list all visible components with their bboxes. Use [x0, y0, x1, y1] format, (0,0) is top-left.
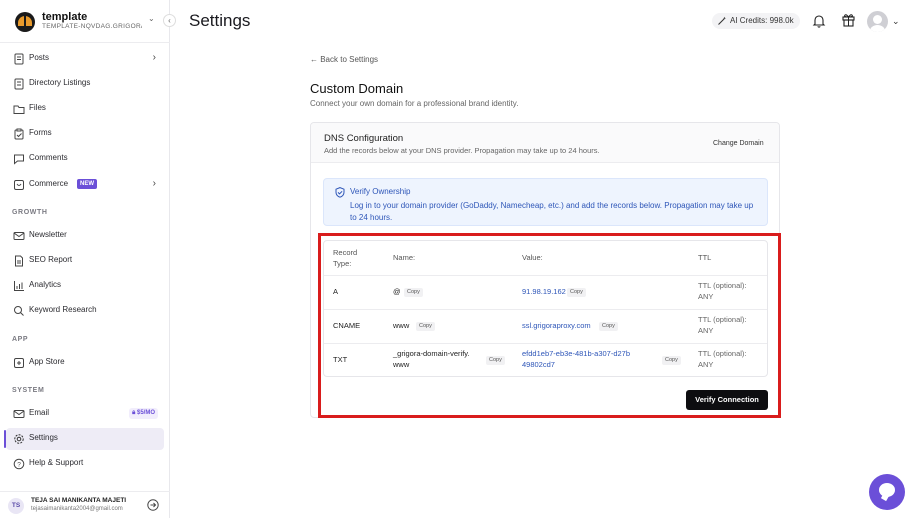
document-icon — [15, 255, 23, 267]
sidebar-item-label: Newsletter — [29, 230, 67, 239]
sidebar-item-label: Keyword Research — [29, 305, 97, 314]
sidebar-item-keyword-research[interactable]: Keyword Research — [6, 300, 164, 322]
bell-icon[interactable] — [812, 14, 826, 28]
sidebar: template TEMPLATE-NQVDAG.GRIGORA.CO ⌄ Po… — [0, 0, 170, 518]
folder-icon — [13, 105, 25, 114]
back-to-settings-link[interactable]: ← Back to Settings — [310, 55, 378, 64]
highlight-box — [318, 233, 781, 418]
chevron-right-icon: › — [152, 52, 156, 63]
sidebar-item-newsletter[interactable]: Newsletter — [6, 225, 164, 247]
collapse-sidebar-button[interactable]: ‹ — [163, 14, 176, 27]
user-email: tejasaimanikanta2004@gmail.com — [31, 506, 123, 512]
sidebar-item-forms[interactable]: Forms — [6, 123, 164, 145]
comment-icon — [14, 154, 24, 165]
sidebar-item-label: Posts — [29, 53, 50, 62]
sidebar-item-label: SEO Report — [29, 255, 73, 264]
workspace-switcher[interactable]: template TEMPLATE-NQVDAG.GRIGORA.CO ⌄ — [12, 10, 164, 34]
sidebar-item-label: Email — [29, 408, 50, 417]
chevron-down-icon[interactable]: ⌄ — [892, 16, 900, 27]
sidebar-item-email[interactable]: Email 🔒︎ $5/MO — [6, 403, 164, 425]
mail-icon — [13, 410, 25, 418]
avatar: TS — [8, 498, 24, 514]
sidebar-item-posts[interactable]: Posts › — [6, 48, 164, 70]
help-icon: ? — [13, 458, 25, 470]
gear-icon — [14, 434, 24, 444]
chevron-updown-icon: ⌄ — [148, 14, 155, 23]
sidebar-item-label: Settings — [29, 433, 58, 442]
divider — [0, 42, 170, 43]
sidebar-item-label: Help & Support — [29, 458, 84, 467]
workspace-name: template — [42, 11, 88, 23]
section-label-system: SYSTEM — [12, 387, 45, 394]
sidebar-item-files[interactable]: Files — [6, 98, 164, 120]
cart-icon — [14, 180, 24, 190]
ai-credits-badge[interactable]: AI Credits: 998.0k — [712, 13, 800, 29]
chevron-right-icon: › — [152, 178, 156, 189]
workspace-subdomain: TEMPLATE-NQVDAG.GRIGORA.CO — [42, 23, 142, 30]
card-header: DNS Configuration Add the records below … — [311, 123, 779, 163]
sidebar-item-settings[interactable]: Settings — [4, 428, 164, 450]
section-label-growth: GROWTH — [12, 209, 48, 216]
gift-icon[interactable] — [841, 12, 856, 27]
new-badge: NEW — [77, 179, 97, 189]
sidebar-item-label: Files — [29, 103, 46, 112]
magic-wand-icon — [718, 16, 726, 25]
directory-icon — [14, 78, 24, 90]
sidebar-item-commerce[interactable]: Commerce NEW › — [6, 174, 164, 196]
sidebar-item-label: Comments — [29, 153, 68, 162]
notice-text: Log in to your domain provider (GoDaddy,… — [350, 201, 754, 222]
chat-widget-button[interactable] — [869, 474, 905, 510]
sidebar-item-help-support[interactable]: ? Help & Support — [6, 453, 164, 475]
sidebar-item-label: App Store — [29, 357, 65, 366]
mail-icon — [13, 232, 25, 240]
svg-text:?: ? — [17, 461, 21, 468]
shield-check-icon — [335, 187, 345, 198]
app-store-icon — [14, 358, 24, 368]
clipboard-icon — [14, 128, 24, 140]
section-title: Custom Domain — [310, 81, 404, 96]
page-title: Settings — [189, 11, 251, 30]
sidebar-item-label: Directory Listings — [29, 78, 91, 87]
logout-icon[interactable] — [147, 499, 159, 511]
sidebar-item-app-store[interactable]: App Store — [6, 352, 164, 374]
sidebar-item-label: Analytics — [29, 280, 62, 289]
dns-subtitle: Add the records below at your DNS provid… — [324, 146, 600, 155]
sidebar-item-label: Forms — [29, 128, 52, 137]
sidebar-item-directory-listings[interactable]: Directory Listings — [6, 73, 164, 95]
change-domain-button[interactable]: Change Domain — [713, 140, 764, 147]
verify-ownership-notice: Verify Ownership Log in to your domain p… — [323, 178, 768, 226]
section-label-app: APP — [12, 336, 29, 343]
sidebar-item-label: Commerce — [29, 179, 69, 188]
workspace-logo — [15, 12, 35, 32]
posts-icon — [14, 53, 24, 65]
notice-title: Verify Ownership — [350, 187, 411, 196]
profile-avatar[interactable] — [867, 11, 888, 32]
ai-credits-label: AI Credits: 998.0k — [730, 16, 794, 25]
user-profile: TS TEJA SAI MANIKANTA MAJETI tejasaimani… — [0, 491, 170, 518]
dns-title: DNS Configuration — [324, 133, 404, 144]
price-badge-label: $5/MO — [136, 410, 155, 416]
lock-icon: 🔒︎ — [132, 410, 136, 416]
sidebar-item-analytics[interactable]: Analytics — [6, 275, 164, 297]
section-subtitle: Connect your own domain for a profession… — [310, 99, 519, 108]
analytics-icon — [14, 281, 24, 291]
sidebar-item-seo-report[interactable]: SEO Report — [6, 250, 164, 272]
sidebar-item-comments[interactable]: Comments — [6, 148, 164, 170]
search-icon — [14, 306, 24, 316]
price-badge: 🔒︎ $5/MO — [129, 408, 158, 419]
user-name: TEJA SAI MANIKANTA MAJETI — [31, 497, 127, 504]
